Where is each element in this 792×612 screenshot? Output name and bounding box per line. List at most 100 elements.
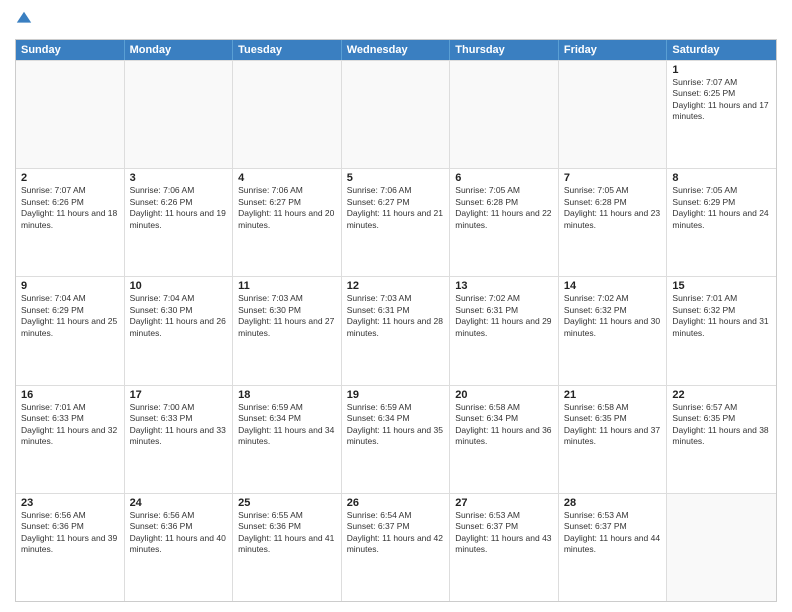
calendar-cell: 28Sunrise: 6:53 AM Sunset: 6:37 PM Dayli… [559,494,668,601]
day-info: Sunrise: 7:05 AM Sunset: 6:29 PM Dayligh… [672,185,771,231]
day-number: 27 [455,497,553,509]
calendar-row-4: 23Sunrise: 6:56 AM Sunset: 6:36 PM Dayli… [16,493,776,601]
day-info: Sunrise: 7:07 AM Sunset: 6:25 PM Dayligh… [672,77,771,123]
day-number: 21 [564,389,662,401]
calendar-cell: 23Sunrise: 6:56 AM Sunset: 6:36 PM Dayli… [16,494,125,601]
day-info: Sunrise: 7:06 AM Sunset: 6:27 PM Dayligh… [347,185,445,231]
day-info: Sunrise: 6:59 AM Sunset: 6:34 PM Dayligh… [347,402,445,448]
day-number: 26 [347,497,445,509]
calendar-cell [16,61,125,168]
day-info: Sunrise: 6:58 AM Sunset: 6:35 PM Dayligh… [564,402,662,448]
calendar-row-0: 1Sunrise: 7:07 AM Sunset: 6:25 PM Daylig… [16,60,776,168]
day-info: Sunrise: 6:53 AM Sunset: 6:37 PM Dayligh… [564,510,662,556]
day-info: Sunrise: 7:04 AM Sunset: 6:30 PM Dayligh… [130,293,228,339]
day-info: Sunrise: 6:59 AM Sunset: 6:34 PM Dayligh… [238,402,336,448]
day-info: Sunrise: 7:05 AM Sunset: 6:28 PM Dayligh… [564,185,662,231]
calendar-cell: 13Sunrise: 7:02 AM Sunset: 6:31 PM Dayli… [450,277,559,384]
calendar-cell: 11Sunrise: 7:03 AM Sunset: 6:30 PM Dayli… [233,277,342,384]
day-number: 5 [347,172,445,184]
calendar-cell [450,61,559,168]
calendar-body: 1Sunrise: 7:07 AM Sunset: 6:25 PM Daylig… [16,60,776,601]
day-number: 6 [455,172,553,184]
day-info: Sunrise: 7:07 AM Sunset: 6:26 PM Dayligh… [21,185,119,231]
calendar-cell: 27Sunrise: 6:53 AM Sunset: 6:37 PM Dayli… [450,494,559,601]
day-number: 3 [130,172,228,184]
calendar-cell: 20Sunrise: 6:58 AM Sunset: 6:34 PM Dayli… [450,386,559,493]
calendar-cell: 10Sunrise: 7:04 AM Sunset: 6:30 PM Dayli… [125,277,234,384]
calendar: SundayMondayTuesdayWednesdayThursdayFrid… [15,39,777,602]
calendar-cell: 17Sunrise: 7:00 AM Sunset: 6:33 PM Dayli… [125,386,234,493]
calendar-cell [559,61,668,168]
day-info: Sunrise: 7:03 AM Sunset: 6:30 PM Dayligh… [238,293,336,339]
day-info: Sunrise: 7:06 AM Sunset: 6:27 PM Dayligh… [238,185,336,231]
day-number: 12 [347,280,445,292]
calendar-cell: 16Sunrise: 7:01 AM Sunset: 6:33 PM Dayli… [16,386,125,493]
day-number: 15 [672,280,771,292]
weekday-header-saturday: Saturday [667,40,776,60]
calendar-cell: 9Sunrise: 7:04 AM Sunset: 6:29 PM Daylig… [16,277,125,384]
calendar-cell: 18Sunrise: 6:59 AM Sunset: 6:34 PM Dayli… [233,386,342,493]
day-info: Sunrise: 6:56 AM Sunset: 6:36 PM Dayligh… [21,510,119,556]
calendar-row-1: 2Sunrise: 7:07 AM Sunset: 6:26 PM Daylig… [16,168,776,276]
day-number: 17 [130,389,228,401]
calendar-cell: 2Sunrise: 7:07 AM Sunset: 6:26 PM Daylig… [16,169,125,276]
day-info: Sunrise: 7:02 AM Sunset: 6:32 PM Dayligh… [564,293,662,339]
calendar-cell [342,61,451,168]
day-info: Sunrise: 6:58 AM Sunset: 6:34 PM Dayligh… [455,402,553,448]
day-number: 8 [672,172,771,184]
weekday-header-wednesday: Wednesday [342,40,451,60]
calendar-cell: 4Sunrise: 7:06 AM Sunset: 6:27 PM Daylig… [233,169,342,276]
day-number: 10 [130,280,228,292]
day-info: Sunrise: 6:57 AM Sunset: 6:35 PM Dayligh… [672,402,771,448]
day-number: 25 [238,497,336,509]
calendar-cell: 1Sunrise: 7:07 AM Sunset: 6:25 PM Daylig… [667,61,776,168]
calendar-cell: 19Sunrise: 6:59 AM Sunset: 6:34 PM Dayli… [342,386,451,493]
calendar-cell: 6Sunrise: 7:05 AM Sunset: 6:28 PM Daylig… [450,169,559,276]
day-number: 9 [21,280,119,292]
calendar-cell: 12Sunrise: 7:03 AM Sunset: 6:31 PM Dayli… [342,277,451,384]
calendar-cell: 22Sunrise: 6:57 AM Sunset: 6:35 PM Dayli… [667,386,776,493]
day-number: 7 [564,172,662,184]
weekday-header-tuesday: Tuesday [233,40,342,60]
day-info: Sunrise: 6:56 AM Sunset: 6:36 PM Dayligh… [130,510,228,556]
day-info: Sunrise: 6:54 AM Sunset: 6:37 PM Dayligh… [347,510,445,556]
calendar-cell: 25Sunrise: 6:55 AM Sunset: 6:36 PM Dayli… [233,494,342,601]
header [15,10,777,33]
day-info: Sunrise: 7:00 AM Sunset: 6:33 PM Dayligh… [130,402,228,448]
calendar-cell: 24Sunrise: 6:56 AM Sunset: 6:36 PM Dayli… [125,494,234,601]
day-info: Sunrise: 6:53 AM Sunset: 6:37 PM Dayligh… [455,510,553,556]
calendar-cell [125,61,234,168]
calendar-row-3: 16Sunrise: 7:01 AM Sunset: 6:33 PM Dayli… [16,385,776,493]
day-number: 13 [455,280,553,292]
day-number: 11 [238,280,336,292]
calendar-cell: 7Sunrise: 7:05 AM Sunset: 6:28 PM Daylig… [559,169,668,276]
weekday-header-sunday: Sunday [16,40,125,60]
weekday-header-thursday: Thursday [450,40,559,60]
day-number: 2 [21,172,119,184]
day-number: 28 [564,497,662,509]
day-number: 24 [130,497,228,509]
calendar-header: SundayMondayTuesdayWednesdayThursdayFrid… [16,40,776,60]
day-number: 1 [672,64,771,76]
calendar-cell: 15Sunrise: 7:01 AM Sunset: 6:32 PM Dayli… [667,277,776,384]
day-number: 4 [238,172,336,184]
calendar-cell: 3Sunrise: 7:06 AM Sunset: 6:26 PM Daylig… [125,169,234,276]
calendar-cell: 8Sunrise: 7:05 AM Sunset: 6:29 PM Daylig… [667,169,776,276]
calendar-cell [667,494,776,601]
day-number: 22 [672,389,771,401]
day-info: Sunrise: 7:02 AM Sunset: 6:31 PM Dayligh… [455,293,553,339]
calendar-cell: 14Sunrise: 7:02 AM Sunset: 6:32 PM Dayli… [559,277,668,384]
weekday-header-friday: Friday [559,40,668,60]
day-number: 23 [21,497,119,509]
day-info: Sunrise: 6:55 AM Sunset: 6:36 PM Dayligh… [238,510,336,556]
calendar-row-2: 9Sunrise: 7:04 AM Sunset: 6:29 PM Daylig… [16,276,776,384]
logo-icon [15,10,33,28]
day-info: Sunrise: 7:01 AM Sunset: 6:32 PM Dayligh… [672,293,771,339]
weekday-header-monday: Monday [125,40,234,60]
calendar-cell: 21Sunrise: 6:58 AM Sunset: 6:35 PM Dayli… [559,386,668,493]
day-number: 18 [238,389,336,401]
day-info: Sunrise: 7:01 AM Sunset: 6:33 PM Dayligh… [21,402,119,448]
page: SundayMondayTuesdayWednesdayThursdayFrid… [0,0,792,612]
day-number: 19 [347,389,445,401]
day-number: 14 [564,280,662,292]
